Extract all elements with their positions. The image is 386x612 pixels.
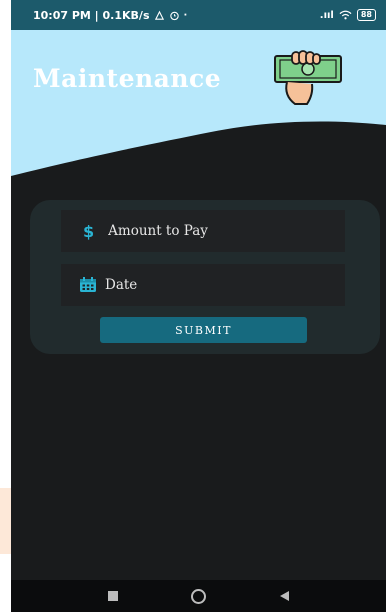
back-button[interactable] bbox=[280, 591, 290, 601]
amount-placeholder: Amount to Pay bbox=[108, 223, 208, 239]
hand-holding-money-icon bbox=[274, 50, 342, 105]
background-edge bbox=[0, 488, 11, 554]
signal-icon: .ııl bbox=[319, 9, 334, 21]
notification-icon bbox=[154, 10, 164, 20]
navigation-bar bbox=[11, 580, 386, 612]
home-button[interactable] bbox=[191, 588, 207, 604]
calendar-icon bbox=[80, 277, 96, 292]
date-placeholder: Date bbox=[105, 277, 138, 293]
battery-icon: 88 bbox=[356, 9, 376, 21]
status-bar: 10:07 PM | 0.1KB/s · .ııl 88 bbox=[11, 0, 386, 30]
status-time: 10:07 PM | 0.1KB/s bbox=[33, 8, 150, 22]
page-title: Maintenance bbox=[33, 64, 222, 93]
recents-button[interactable] bbox=[107, 591, 118, 601]
date-field[interactable]: Date bbox=[61, 264, 345, 306]
alarm-icon bbox=[169, 11, 179, 20]
app-screen: 10:07 PM | 0.1KB/s · .ııl 88 Maintenance… bbox=[11, 0, 386, 612]
amount-field[interactable]: $ Amount to Pay bbox=[61, 210, 345, 252]
payment-form-card: $ Amount to Pay Date SUBMIT bbox=[30, 200, 380, 354]
dollar-icon: $ bbox=[83, 221, 95, 241]
submit-button[interactable]: SUBMIT bbox=[100, 317, 307, 343]
dot-icon: · bbox=[183, 9, 188, 21]
wifi-icon bbox=[339, 10, 352, 20]
